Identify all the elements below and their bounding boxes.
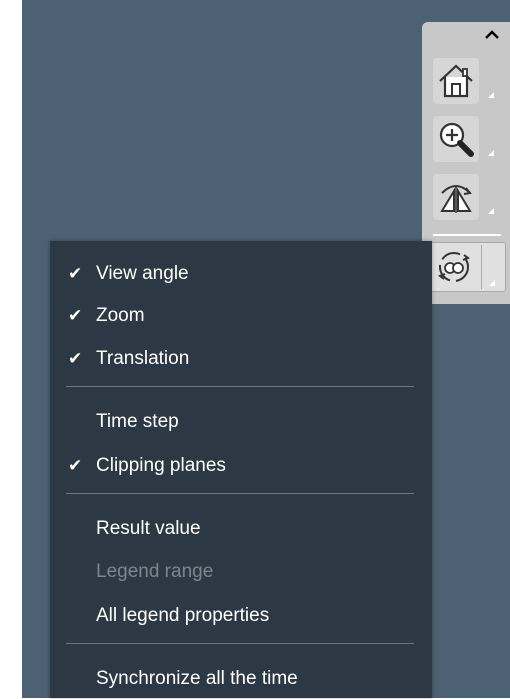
window-edge [0,0,22,698]
menu-item-label: View angle [96,263,189,284]
menu-item-result-value[interactable]: Result value [50,509,432,549]
menu-item-legend-range: Legend range [50,552,432,592]
view-orientation-button[interactable] [433,174,479,220]
check-icon: ✔ [68,349,83,368]
home-icon [436,61,476,101]
home-submenu-arrow[interactable] [488,92,494,98]
synchronize-submenu-arrow[interactable] [489,280,495,286]
synchronize-options-menu: ✔ View angle ✔ Zoom ✔ Translation Time s… [50,241,432,698]
collapse-toolbar-button[interactable] [484,28,500,44]
menu-separator [66,643,414,644]
chevron-up-icon [485,27,499,45]
menu-item-synchronize-all-the-time[interactable]: Synchronize all the time [50,659,432,699]
menu-item-label: Result value [96,518,201,539]
menu-separator [66,386,414,387]
split-divider [481,245,482,289]
check-icon: ✔ [68,264,83,283]
menu-item-label: Legend range [96,561,214,582]
menu-item-all-legend-properties[interactable]: All legend properties [50,596,432,636]
menu-item-zoom[interactable]: ✔ Zoom [50,296,432,336]
menu-item-label: Synchronize all the time [96,668,298,689]
menu-item-clipping-planes[interactable]: ✔ Clipping planes [50,446,432,486]
zoom-submenu-arrow[interactable] [488,150,494,156]
menu-item-label: Translation [96,348,190,369]
orientation-submenu-arrow[interactable] [488,208,494,214]
synchronize-icon [434,247,474,287]
toolbar-divider [433,234,501,236]
check-icon: ✔ [68,306,83,325]
menu-item-translation[interactable]: ✔ Translation [50,339,432,379]
zoom-icon [436,119,476,159]
view-orientation-icon [436,177,476,217]
synchronize-button[interactable] [431,244,477,290]
menu-item-label: Zoom [96,305,145,326]
zoom-button[interactable] [433,116,479,162]
menu-item-label: Time step [96,411,179,432]
menu-item-time-step[interactable]: Time step [50,402,432,442]
check-icon: ✔ [68,456,83,475]
menu-item-label: Clipping planes [96,455,226,476]
menu-item-view-angle[interactable]: ✔ View angle [50,254,432,294]
menu-separator [66,493,414,494]
menu-item-label: All legend properties [96,605,270,626]
home-button[interactable] [433,58,479,104]
